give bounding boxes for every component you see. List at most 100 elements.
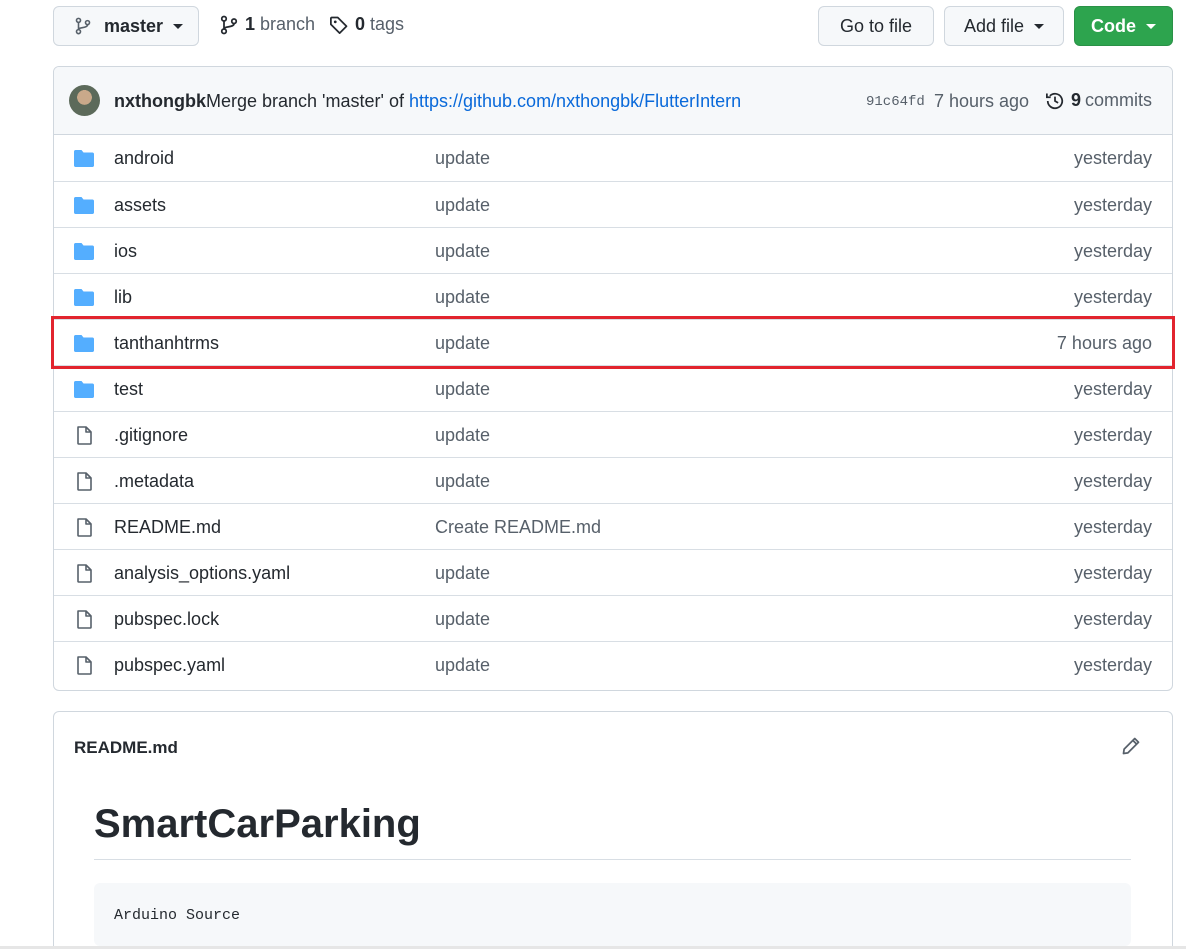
file-commit-age[interactable]: yesterday bbox=[1074, 655, 1152, 676]
code-button[interactable]: Code bbox=[1074, 6, 1173, 46]
latest-commit-bar: nxthongbk Merge branch 'master' of https… bbox=[54, 67, 1172, 135]
file-name[interactable]: pubspec.lock bbox=[114, 609, 219, 630]
tag-icon bbox=[329, 15, 349, 35]
file-icon bbox=[73, 518, 95, 537]
file-row[interactable]: analysis_options.yaml update yesterday bbox=[54, 549, 1172, 595]
commit-message[interactable]: Merge branch 'master' of https://github.… bbox=[206, 91, 741, 112]
file-row[interactable]: ios update yesterday bbox=[54, 227, 1172, 273]
file-commit-age[interactable]: 7 hours ago bbox=[1057, 333, 1152, 354]
file-row[interactable]: pubspec.yaml update yesterday bbox=[54, 641, 1172, 687]
file-row[interactable]: .gitignore update yesterday bbox=[54, 411, 1172, 457]
folder-icon bbox=[73, 242, 95, 261]
file-name[interactable]: lib bbox=[114, 287, 132, 308]
file-commit-age[interactable]: yesterday bbox=[1074, 287, 1152, 308]
file-row[interactable]: lib update yesterday bbox=[54, 273, 1172, 319]
file-icon bbox=[73, 472, 95, 491]
file-name[interactable]: pubspec.yaml bbox=[114, 655, 225, 676]
readme-panel: README.md SmartCarParking Arduino Source bbox=[53, 711, 1173, 949]
file-name[interactable]: ios bbox=[114, 241, 137, 262]
folder-icon bbox=[73, 334, 95, 353]
file-commit-message[interactable]: update bbox=[435, 425, 490, 446]
file-commit-age[interactable]: yesterday bbox=[1074, 148, 1152, 169]
file-row[interactable]: .metadata update yesterday bbox=[54, 457, 1172, 503]
add-file-label: Add file bbox=[963, 15, 1025, 36]
readme-code-block: Arduino Source bbox=[94, 883, 1131, 946]
git-branch-icon bbox=[219, 15, 239, 35]
commit-time[interactable]: 7 hours ago bbox=[934, 91, 1029, 112]
code-label: Code bbox=[1091, 15, 1136, 36]
file-list: android update yesterday assets update yester… bbox=[54, 135, 1172, 687]
file-icon bbox=[73, 610, 95, 629]
file-commit-age[interactable]: yesterday bbox=[1074, 379, 1152, 400]
commit-message-link[interactable]: https://github.com/nxthongbk/FlutterInte… bbox=[409, 91, 741, 111]
file-commit-age[interactable]: yesterday bbox=[1074, 609, 1152, 630]
git-branch-icon bbox=[74, 16, 92, 36]
commits-count: 9 bbox=[1071, 90, 1082, 110]
avatar[interactable] bbox=[69, 85, 100, 116]
readme-title: SmartCarParking bbox=[94, 802, 1131, 860]
file-commit-message[interactable]: update bbox=[435, 333, 490, 354]
file-name[interactable]: android bbox=[114, 148, 174, 169]
commit-author[interactable]: nxthongbk bbox=[114, 91, 206, 112]
file-name[interactable]: .gitignore bbox=[114, 425, 188, 446]
commits-link[interactable]: 9 commits bbox=[1045, 90, 1152, 111]
tags-link[interactable]: 0 tags bbox=[329, 14, 404, 35]
go-to-file-label: Go to file bbox=[839, 15, 913, 36]
file-commit-message[interactable]: update bbox=[435, 287, 490, 308]
add-file-button[interactable]: Add file bbox=[944, 6, 1064, 46]
file-name[interactable]: .metadata bbox=[114, 471, 194, 492]
folder-icon bbox=[73, 149, 95, 168]
file-commit-age[interactable]: yesterday bbox=[1074, 563, 1152, 584]
file-name[interactable]: assets bbox=[114, 195, 166, 216]
branches-label: branch bbox=[260, 14, 316, 34]
readme-filename[interactable]: README.md bbox=[74, 738, 178, 758]
file-commit-message[interactable]: update bbox=[435, 195, 490, 216]
readme-code-text: Arduino Source bbox=[114, 907, 241, 924]
history-icon bbox=[1045, 91, 1065, 111]
chevron-down-icon bbox=[173, 23, 184, 29]
file-row[interactable]: tanthanhtrms update 7 hours ago bbox=[54, 319, 1172, 365]
file-commit-age[interactable]: yesterday bbox=[1074, 471, 1152, 492]
repo-toolbar: master 1 branch 0 tags Go to file Add fi… bbox=[0, 0, 1186, 56]
go-to-file-button[interactable]: Go to file bbox=[818, 6, 934, 46]
file-commit-message[interactable]: update bbox=[435, 241, 490, 262]
tags-label: tags bbox=[370, 14, 405, 34]
file-name[interactable]: README.md bbox=[114, 517, 221, 538]
file-icon bbox=[73, 656, 95, 675]
file-row[interactable]: android update yesterday bbox=[54, 135, 1172, 181]
commit-sha[interactable]: 91c64fd bbox=[866, 94, 925, 110]
branches-count: 1 bbox=[245, 14, 256, 34]
file-name[interactable]: analysis_options.yaml bbox=[114, 563, 290, 584]
branches-link[interactable]: 1 branch bbox=[219, 14, 315, 35]
file-commit-message[interactable]: update bbox=[435, 609, 490, 630]
file-name[interactable]: tanthanhtrms bbox=[114, 333, 219, 354]
file-commit-message[interactable]: update bbox=[435, 563, 490, 584]
file-commit-age[interactable]: yesterday bbox=[1074, 241, 1152, 262]
file-browser: nxthongbk Merge branch 'master' of https… bbox=[53, 66, 1173, 691]
file-row[interactable]: pubspec.lock update yesterday bbox=[54, 595, 1172, 641]
file-row[interactable]: README.md Create README.md yesterday bbox=[54, 503, 1172, 549]
commits-label: commits bbox=[1085, 90, 1153, 110]
chevron-down-icon bbox=[1146, 23, 1156, 29]
file-icon bbox=[73, 564, 95, 583]
pencil-icon[interactable] bbox=[1121, 736, 1141, 756]
folder-icon bbox=[73, 196, 95, 215]
file-commit-message[interactable]: update bbox=[435, 655, 490, 676]
file-commit-age[interactable]: yesterday bbox=[1074, 425, 1152, 446]
file-row[interactable]: test update yesterday bbox=[54, 365, 1172, 411]
chevron-down-icon bbox=[1034, 23, 1045, 29]
file-commit-age[interactable]: yesterday bbox=[1074, 517, 1152, 538]
file-commit-message[interactable]: Create README.md bbox=[435, 517, 601, 538]
file-commit-message[interactable]: update bbox=[435, 379, 490, 400]
file-commit-message[interactable]: update bbox=[435, 148, 490, 169]
commit-message-text: Merge branch 'master' of bbox=[206, 91, 404, 111]
file-icon bbox=[73, 426, 95, 445]
file-row[interactable]: assets update yesterday bbox=[54, 181, 1172, 227]
folder-icon bbox=[73, 288, 95, 307]
folder-icon bbox=[73, 380, 95, 399]
tags-count: 0 bbox=[355, 14, 366, 34]
file-commit-message[interactable]: update bbox=[435, 471, 490, 492]
file-commit-age[interactable]: yesterday bbox=[1074, 195, 1152, 216]
branch-select-button[interactable]: master bbox=[53, 6, 199, 46]
file-name[interactable]: test bbox=[114, 379, 143, 400]
